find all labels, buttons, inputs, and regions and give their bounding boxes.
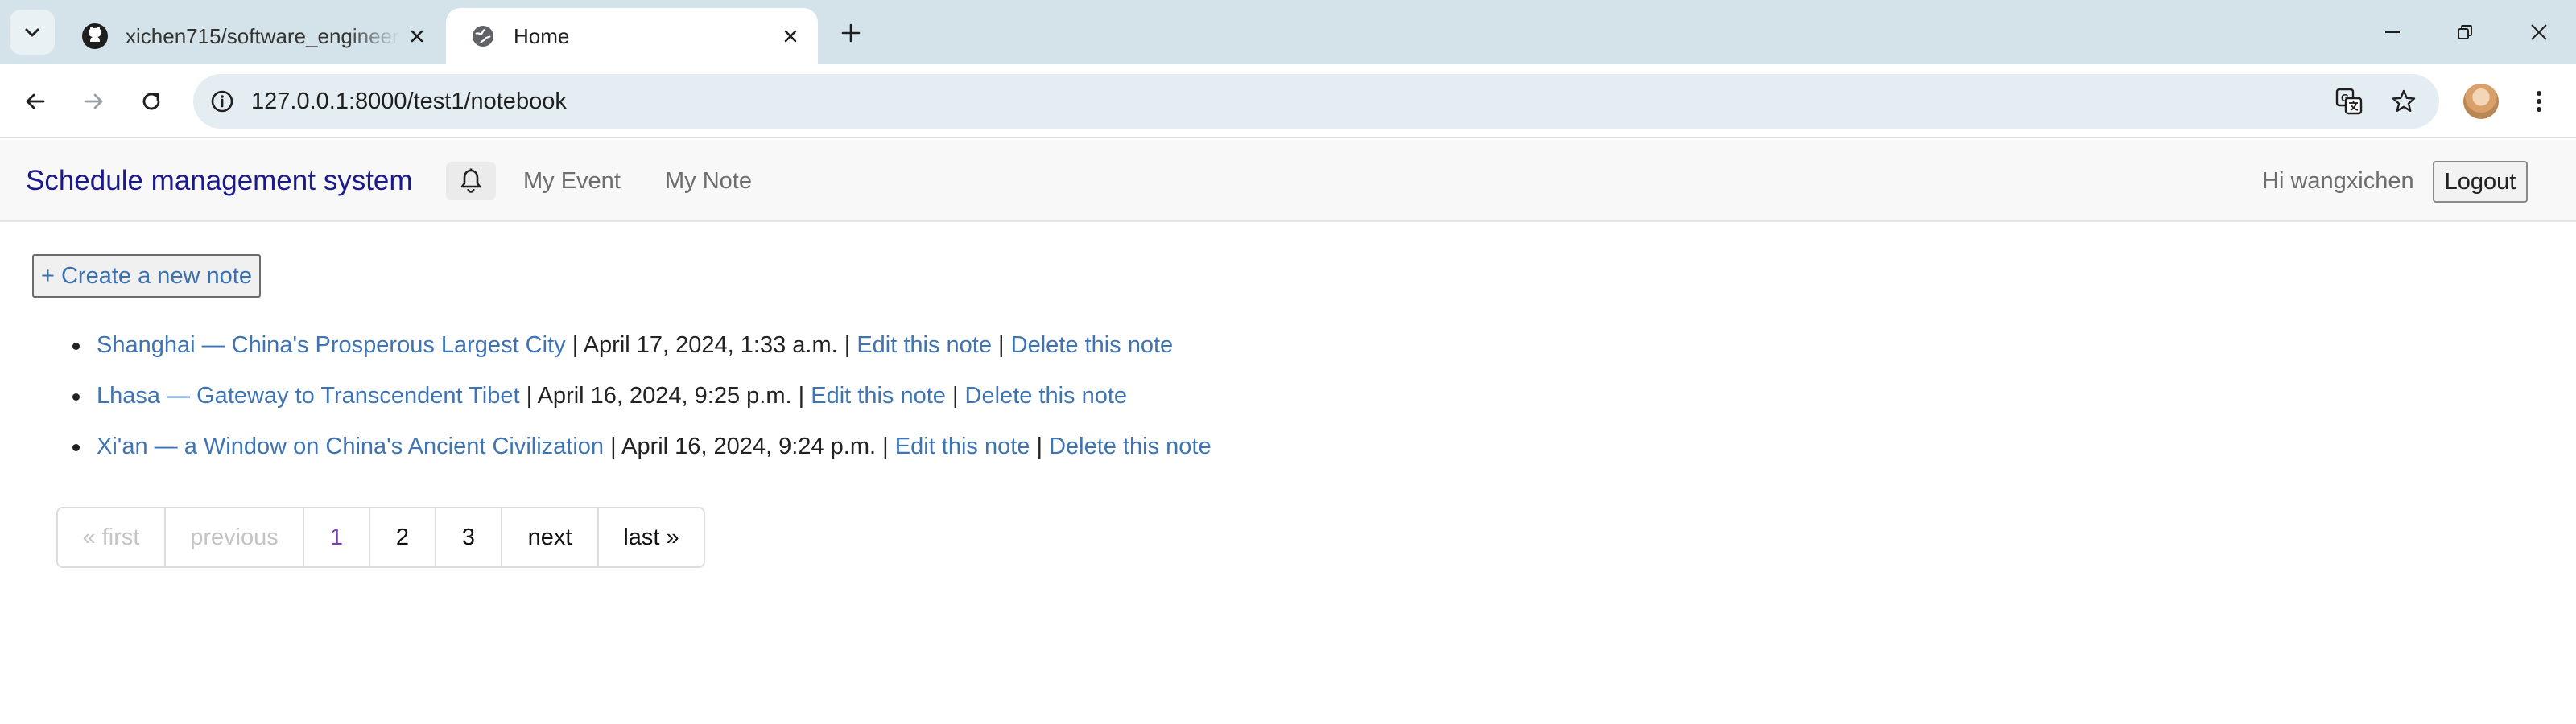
restore-icon xyxy=(2458,25,2472,39)
translate-icon: G xyxy=(2335,88,2363,115)
separator: | xyxy=(952,383,965,409)
delete-note-link[interactable]: Delete this note xyxy=(965,383,1128,409)
close-icon[interactable] xyxy=(774,20,807,52)
page-1[interactable]: 1 xyxy=(304,508,370,566)
app-navbar: Schedule management system My Event My N… xyxy=(0,140,2576,222)
page-3[interactable]: 3 xyxy=(436,508,502,566)
page-first: « first xyxy=(58,508,166,566)
bell-icon xyxy=(460,168,481,193)
list-bullet xyxy=(72,343,80,350)
nav-link-my-event[interactable]: My Event xyxy=(523,140,621,222)
user-greeting: Hi wangxichen xyxy=(2262,168,2414,194)
separator: | xyxy=(572,332,584,358)
note-date: April 16, 2024, 9:24 p.m. xyxy=(621,434,877,459)
site-info-button[interactable] xyxy=(201,80,243,122)
tab-title: Home xyxy=(514,23,570,48)
page-2[interactable]: 2 xyxy=(370,508,436,566)
brand-link[interactable]: Schedule management system xyxy=(26,140,413,222)
restore-button[interactable] xyxy=(2441,11,2489,53)
separator: | xyxy=(798,383,811,409)
edit-note-link[interactable]: Edit this note xyxy=(857,332,992,358)
page-next[interactable]: next xyxy=(502,508,599,566)
minimize-icon xyxy=(2385,31,2400,33)
arrow-left-icon xyxy=(26,93,45,109)
reload-icon xyxy=(142,93,160,110)
note-title-link[interactable]: Lhasa — Gateway to Transcendent Tibet xyxy=(97,383,520,409)
note-item: Xi'an — a Window on China's Ancient Civi… xyxy=(72,422,1212,472)
browser-menu-button[interactable] xyxy=(2520,82,2558,121)
list-bullet xyxy=(72,444,80,451)
url-text: 127.0.0.1:8000/test1/notebook xyxy=(251,88,567,114)
create-note-button[interactable]: + Create a new note xyxy=(32,254,261,298)
nav-link-my-note[interactable]: My Note xyxy=(665,140,752,222)
page-last[interactable]: last » xyxy=(599,508,704,566)
page-previous: previous xyxy=(166,508,304,566)
separator: | xyxy=(844,332,857,358)
tab-title: xichen715/software_engineering xyxy=(126,23,401,48)
github-icon xyxy=(82,23,108,49)
note-title-link[interactable]: Shanghai — China's Prosperous Largest Ci… xyxy=(97,332,566,358)
minimize-button[interactable] xyxy=(2368,11,2417,53)
delete-note-link[interactable]: Delete this note xyxy=(1049,434,1212,459)
plus-icon xyxy=(841,23,861,43)
notifications-button[interactable] xyxy=(446,162,496,200)
edit-note-link[interactable]: Edit this note xyxy=(811,383,946,409)
translate-button[interactable]: G xyxy=(2330,82,2368,121)
globe-icon xyxy=(470,23,496,49)
separator: | xyxy=(998,332,1011,358)
delete-note-link[interactable]: Delete this note xyxy=(1011,332,1174,358)
note-item: Shanghai — China's Prosperous Largest Ci… xyxy=(72,320,1212,371)
note-date: April 17, 2024, 1:33 a.m. xyxy=(583,332,838,358)
note-item: Lhasa — Gateway to Transcendent Tibet | … xyxy=(72,371,1212,422)
close-icon xyxy=(2531,24,2547,40)
note-list: Shanghai — China's Prosperous Largest Ci… xyxy=(72,320,1212,472)
address-bar[interactable]: 127.0.0.1:8000/test1/notebook G xyxy=(193,74,2439,129)
edit-note-link[interactable]: Edit this note xyxy=(895,434,1030,459)
forward-button[interactable] xyxy=(72,80,114,122)
bookmark-button[interactable] xyxy=(2384,82,2423,121)
close-icon[interactable] xyxy=(401,20,433,52)
new-tab-button[interactable] xyxy=(832,14,869,51)
browser-tab-strip: xichen715/software_engineering Home xyxy=(0,0,2576,64)
more-vertical-icon xyxy=(2537,91,2541,112)
reload-button[interactable] xyxy=(130,80,172,122)
note-date: April 16, 2024, 9:25 p.m. xyxy=(537,383,792,409)
separator: | xyxy=(610,434,622,459)
chevron-down-icon xyxy=(25,28,39,37)
close-window-button[interactable] xyxy=(2515,11,2563,53)
logout-button[interactable]: Logout xyxy=(2433,161,2528,203)
separator: | xyxy=(526,383,538,409)
profile-avatar[interactable] xyxy=(2463,84,2499,119)
note-title-link[interactable]: Xi'an — a Window on China's Ancient Civi… xyxy=(97,434,604,459)
browser-tab-github[interactable]: xichen715/software_engineering xyxy=(58,8,444,64)
separator: | xyxy=(1036,434,1050,459)
back-button[interactable] xyxy=(14,80,56,122)
separator: | xyxy=(882,434,895,459)
star-icon xyxy=(2392,89,2416,112)
tab-search-button[interactable] xyxy=(10,10,55,55)
list-bullet xyxy=(72,393,80,401)
browser-toolbar: 127.0.0.1:8000/test1/notebook G xyxy=(0,64,2576,138)
pagination: « first previous 1 2 3 next last » xyxy=(56,507,705,568)
browser-tab-home[interactable]: Home xyxy=(446,8,818,64)
arrow-right-icon xyxy=(84,93,103,109)
info-icon xyxy=(211,90,233,113)
